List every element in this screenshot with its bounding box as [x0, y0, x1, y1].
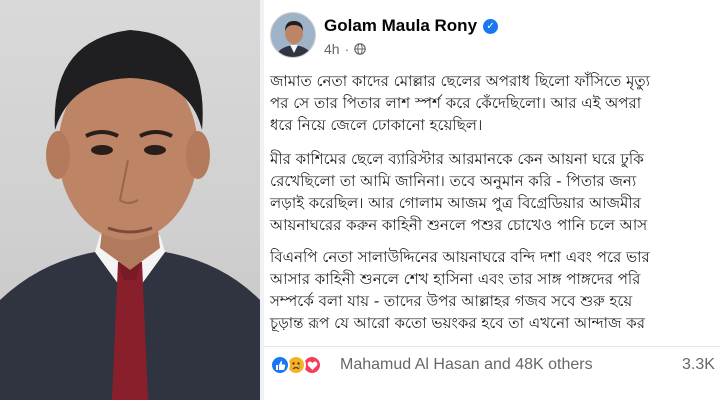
post-text-line: জামাত নেতা কাদের মোল্লার ছেলের অপরাধ ছিল…	[270, 72, 651, 90]
reaction-summary[interactable]: Mahamud Al Hasan and 48K others	[340, 356, 593, 374]
post-text-line: পর সে তার পিতার লাশ স্পর্শ করে কেঁদেছিলো…	[270, 94, 642, 112]
post-text-line: লড়াই করেছিল। আর গোলাম আজম পুত্র বিগ্রেড…	[270, 194, 641, 212]
post-text-line: আয়নাঘরের করুন কাহিনী শুনলে পশুর চোখেও প…	[270, 216, 648, 234]
post-text-line: আসার কাহিনী শুনলে শেখ হাসিনা এবং তার সাঙ…	[270, 270, 641, 288]
post-text-line: ধরে নিয়ে জেলে ঢোকানো হয়েছিল।	[270, 116, 483, 134]
post-paragraph: মীর কাশিমের ছেলে ব্যারিস্টার আরমানকে কেন…	[270, 148, 720, 236]
author-name[interactable]: Golam Maula Rony	[324, 16, 477, 36]
post-text-line: বিএনপি নেতা সালাউদ্দিনের আয়নাঘরে বন্দি …	[270, 248, 650, 266]
comment-count[interactable]: 3.3K	[682, 356, 715, 374]
post-header: Golam Maula Rony ✓ 4h ·	[264, 0, 720, 70]
verified-badge-icon: ✓	[483, 18, 499, 34]
post-meta: 4h ·	[324, 41, 367, 57]
post-paragraph: বিএনপি নেতা সালাউদ্দিনের আয়নাঘরে বন্দি …	[270, 246, 720, 334]
post-time[interactable]: 4h	[324, 41, 340, 57]
post-paragraph: জামাত নেতা কাদের মোল্লার ছেলের অপরাধ ছিল…	[270, 70, 720, 136]
post-text-line: সম্পর্কে বলা যায় - তাদের উপর আল্লাহর গজ…	[270, 292, 633, 310]
facebook-post: Golam Maula Rony ✓ 4h · জামাত নেতা কাদের…	[264, 0, 720, 400]
meta-separator: ·	[344, 41, 350, 57]
post-text-line: মীর কাশিমের ছেলে ব্যারিস্টার আরমানকে কেন…	[270, 150, 644, 168]
portrait-photo	[0, 0, 260, 400]
avatar[interactable]	[270, 12, 316, 58]
reactions-bar: Mahamud Al Hasan and 48K others 3.3K	[264, 346, 720, 382]
like-icon	[270, 355, 290, 375]
post-text-line: রেখেছিলো তা আমি জানিনা। তবে অনুমান করি -…	[270, 172, 637, 190]
post-text-line: চূড়ান্ত রূপ যে আরো কতো ভয়ংকর হবে তা এখ…	[270, 314, 645, 332]
author-row: Golam Maula Rony ✓	[324, 16, 499, 36]
reaction-icons[interactable]	[270, 355, 322, 375]
globe-icon[interactable]	[354, 43, 367, 55]
